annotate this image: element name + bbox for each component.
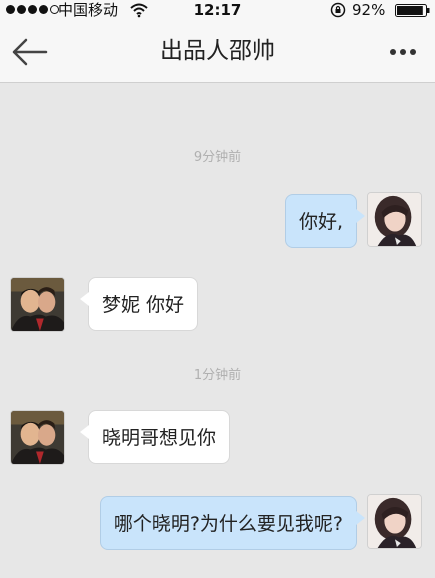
female-avatar[interactable] — [367, 192, 422, 247]
rotation-lock-icon — [330, 2, 346, 18]
male-avatar[interactable] — [10, 410, 65, 465]
female-avatar[interactable] — [367, 494, 422, 549]
page-title: 出品人邵帅 — [160, 38, 275, 64]
message-bubble[interactable]: 晓明哥想见你 — [80, 410, 231, 464]
message-text: 晓明哥想见你 — [102, 427, 217, 449]
message-bubble[interactable]: 哪个晓明?为什么要见我呢? — [99, 496, 365, 550]
timestamp: 1分钟前 — [193, 368, 242, 383]
back-button[interactable] — [6, 34, 50, 70]
message-text: 你好, — [298, 211, 343, 233]
timestamp: 9分钟前 — [193, 150, 242, 165]
more-button[interactable] — [380, 40, 426, 64]
message-text: 梦妮 你好 — [102, 294, 185, 316]
status-bar: 中国移动 12:17 92% — [0, 0, 435, 20]
back-arrow-icon — [12, 38, 48, 66]
battery-icon — [395, 4, 430, 17]
battery-percent: 92% — [352, 1, 386, 19]
more-dots-icon — [390, 49, 396, 55]
message-bubble[interactable]: 梦妮 你好 — [80, 277, 199, 331]
nav-bar: 出品人邵帅 — [0, 20, 435, 83]
male-avatar[interactable] — [10, 277, 65, 332]
message-bubble[interactable]: 你好, — [284, 194, 365, 248]
message-text: 哪个晓明?为什么要见我呢? — [113, 513, 343, 535]
